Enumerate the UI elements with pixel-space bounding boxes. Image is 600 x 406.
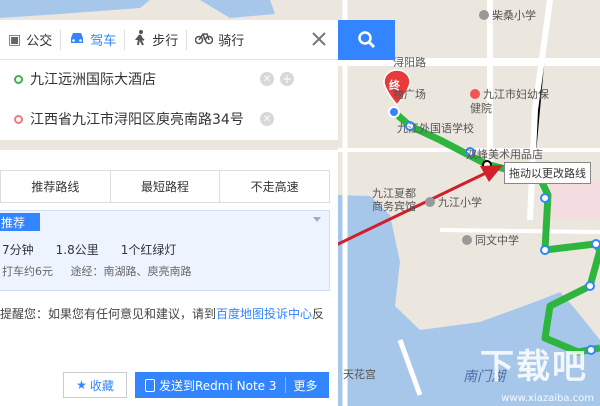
- hospital-icon: [470, 89, 480, 99]
- route-panel: 推荐路线 最短路程 不走高速 推荐 7分钟 1.8公里 1个红绿灯 打车约6元 …: [0, 150, 338, 406]
- map-label-school3: 九江小学: [425, 194, 482, 210]
- send-to-phone-button[interactable]: 发送到Redmi Note 3 更多: [135, 372, 329, 398]
- feedback-note: 提醒您：如果您有任何意见和建议，请到百度地图投诉中心反: [0, 305, 340, 322]
- drag-route-tooltip: 拖动以更改路线: [504, 162, 591, 184]
- tab-recommended[interactable]: 推荐路线: [1, 171, 110, 202]
- complaint-center-link[interactable]: 百度地图投诉中心: [216, 307, 312, 321]
- start-field[interactable]: 九江远洲国际大酒店 ✕ +: [0, 60, 338, 98]
- bus-icon: ▣: [8, 31, 22, 48]
- search-icon: [357, 31, 375, 49]
- bike-icon: [195, 31, 214, 49]
- map-label-school: 柴桑小学: [479, 7, 536, 23]
- walk-icon: [133, 29, 147, 50]
- route-via: 途经：南湖路、庾亮南路: [70, 265, 192, 278]
- collapse-icon[interactable]: [313, 217, 321, 222]
- start-dot-icon: [14, 74, 23, 84]
- route-distance: 1.8公里: [55, 243, 99, 257]
- clear-end-icon[interactable]: ✕: [260, 112, 274, 126]
- more-button[interactable]: 更多: [294, 377, 318, 394]
- end-input[interactable]: 江西省九江市浔阳区庾亮南路34号: [30, 109, 260, 129]
- star-icon: ★: [76, 378, 87, 392]
- travel-mode-bar: ▣ 公交 驾车 步行 骑行: [0, 20, 338, 60]
- send-label: 发送到Redmi Note 3: [159, 378, 277, 393]
- phone-icon: [145, 378, 155, 392]
- recommended-badge: 推荐: [0, 213, 40, 231]
- map-label-school2: 九江外国语学校: [397, 122, 474, 135]
- end-field[interactable]: 江西省九江市浔阳区庾亮南路34号 ✕: [0, 100, 338, 138]
- start-input[interactable]: 九江远洲国际大酒店: [30, 69, 260, 89]
- route-tabs: 推荐路线 最短路程 不走高速: [0, 170, 330, 203]
- note-suffix: 反: [312, 307, 325, 321]
- favorite-button[interactable]: ★ 收藏: [63, 372, 127, 398]
- panel-footer: ★ 收藏 发送到Redmi Note 3 更多: [0, 365, 338, 406]
- route-time: 7分钟: [2, 243, 34, 257]
- search-button[interactable]: [338, 20, 395, 60]
- map-label-road: 浔阳路: [393, 56, 426, 69]
- note-text: 提醒您：如果您有任何意见和建议，请到: [0, 307, 217, 321]
- map-label-school4: 同文中学: [462, 232, 519, 248]
- clear-start-icon[interactable]: ✕: [260, 72, 274, 86]
- route-lights: 1个红绿灯: [120, 243, 177, 257]
- close-icon[interactable]: [310, 30, 328, 48]
- tab-drive[interactable]: 驾车: [61, 20, 124, 60]
- end-marker-label[interactable]: 终: [389, 77, 400, 93]
- tab-shortest[interactable]: 最短路程: [109, 171, 220, 202]
- taxi-fare: 打车约6元: [2, 265, 53, 278]
- tab-bus[interactable]: ▣ 公交: [0, 20, 60, 60]
- route-detail: 打车约6元 途经：南湖路、庾亮南路: [2, 263, 206, 279]
- route-summary[interactable]: 推荐 7分钟 1.8公里 1个红绿灯 打车约6元 途经：南湖路、庾亮南路: [0, 210, 330, 291]
- watermark-logo: 下载吧: [480, 347, 588, 387]
- tab-walk[interactable]: 步行: [125, 20, 186, 60]
- end-dot-icon: [14, 114, 23, 124]
- tab-no-highway[interactable]: 不走高速: [219, 171, 329, 202]
- route-inputs: 九江远洲国际大酒店 ✕ + 江西省九江市浔阳区庾亮南路34号 ✕: [0, 60, 338, 140]
- school-icon: [462, 235, 472, 245]
- map-label-temple: 天花宫: [343, 368, 376, 381]
- car-icon: [69, 31, 85, 49]
- route-stats: 7分钟 1.8公里 1个红绿灯: [2, 241, 176, 258]
- map-label-hotel: 九江夏都商务宾馆: [372, 187, 416, 213]
- school-icon: [425, 197, 435, 207]
- watermark-url: www.xiazaiba.com: [501, 393, 594, 404]
- map-label-hospital: 九江市妇幼保健院: [470, 88, 549, 115]
- tab-bike[interactable]: 骑行: [187, 20, 252, 60]
- add-waypoint-icon[interactable]: +: [280, 72, 294, 86]
- send-divider: [284, 377, 286, 393]
- map-label-shop: 双峰美术用品店: [466, 148, 543, 161]
- school-icon: [479, 10, 489, 20]
